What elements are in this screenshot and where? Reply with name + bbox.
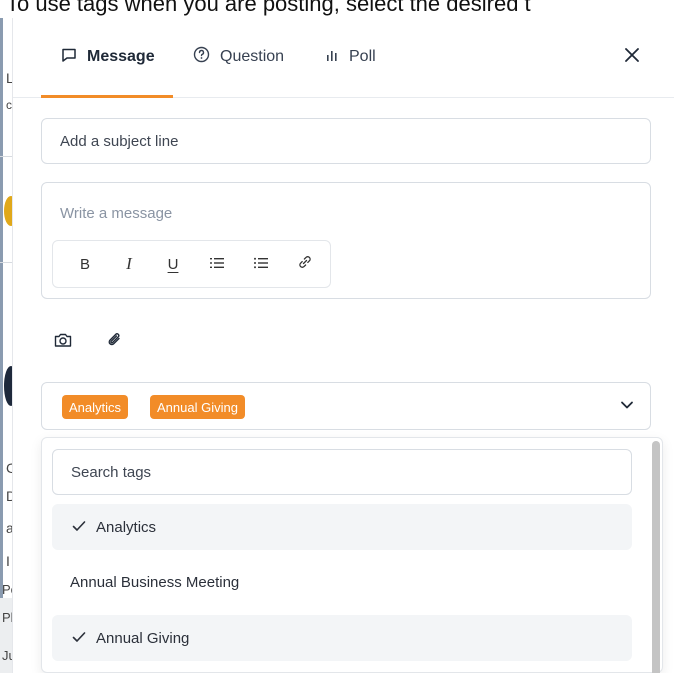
tab-label: Poll	[349, 48, 376, 65]
tag-option-label: Annual Business Meeting	[70, 573, 240, 591]
bar-chart-icon	[325, 48, 339, 67]
subject-field[interactable]	[41, 118, 651, 164]
tab-label: Message	[87, 48, 155, 65]
active-tab-indicator	[41, 95, 173, 98]
underline-button[interactable]: U	[151, 249, 195, 279]
tag-option-annual-giving[interactable]: Annual Giving	[52, 615, 632, 661]
tab-poll[interactable]: Poll	[325, 42, 376, 72]
ordered-list-button[interactable]	[195, 249, 239, 279]
formatting-toolbar: B I U	[52, 240, 331, 288]
attachment-row	[51, 328, 127, 356]
tab-label: Question	[220, 48, 285, 65]
link-button[interactable]	[283, 249, 327, 279]
bg-divider	[0, 156, 12, 157]
background-header: To use tags when you are posting, select…	[0, 0, 674, 20]
link-icon	[297, 254, 313, 274]
background-left-strip	[0, 18, 12, 673]
tag-option-analytics[interactable]: Analytics	[52, 504, 632, 550]
tag-dropdown: Analytics Annual Business Meeting Annual…	[41, 437, 663, 673]
tag-option-label: Analytics	[96, 518, 157, 536]
paperclip-icon	[106, 331, 124, 354]
italic-icon: I	[126, 254, 132, 273]
question-circle-icon	[193, 46, 210, 68]
tab-message[interactable]: Message	[61, 42, 155, 72]
camera-icon	[54, 332, 72, 353]
chevron-down-icon[interactable]	[620, 398, 634, 417]
tag-option-label: Annual Giving	[96, 629, 190, 647]
compose-modal: Message Question Poll Write a message	[12, 18, 674, 673]
close-button[interactable]	[619, 42, 645, 72]
tag-chip[interactable]: Analytics	[62, 395, 129, 419]
message-placeholder: Write a message	[60, 205, 173, 222]
bold-icon: B	[79, 255, 90, 273]
check-icon	[72, 630, 86, 647]
bold-button[interactable]: B	[63, 249, 107, 279]
bullet-list-button[interactable]	[239, 249, 283, 279]
add-photo-button[interactable]	[51, 330, 75, 354]
italic-button[interactable]: I	[107, 249, 151, 279]
tag-search-input[interactable]	[71, 463, 613, 481]
bg-divider	[0, 262, 12, 263]
ordered-list-icon	[210, 256, 224, 273]
tag-search-field[interactable]	[52, 449, 632, 495]
tag-chip[interactable]: Annual Giving	[150, 395, 245, 419]
underline-icon: U	[167, 255, 179, 273]
tag-option-annual-business-meeting[interactable]: Annual Business Meeting	[52, 559, 632, 605]
message-square-icon	[61, 47, 77, 68]
bullet-list-icon	[254, 256, 268, 273]
close-icon	[625, 47, 639, 67]
compose-tabs: Message Question Poll	[13, 18, 674, 98]
tab-question[interactable]: Question	[193, 42, 284, 72]
dropdown-scrollbar[interactable]	[652, 441, 660, 673]
subject-input[interactable]	[60, 132, 632, 150]
instruction-text: To use tags when you are posting, select…	[6, 0, 531, 16]
tag-select[interactable]: Analytics Annual Giving	[41, 382, 651, 430]
attach-file-button[interactable]	[103, 330, 127, 354]
bg-text: I	[6, 553, 10, 569]
check-icon	[72, 519, 86, 536]
message-editor[interactable]: Write a message B I U	[41, 182, 651, 299]
